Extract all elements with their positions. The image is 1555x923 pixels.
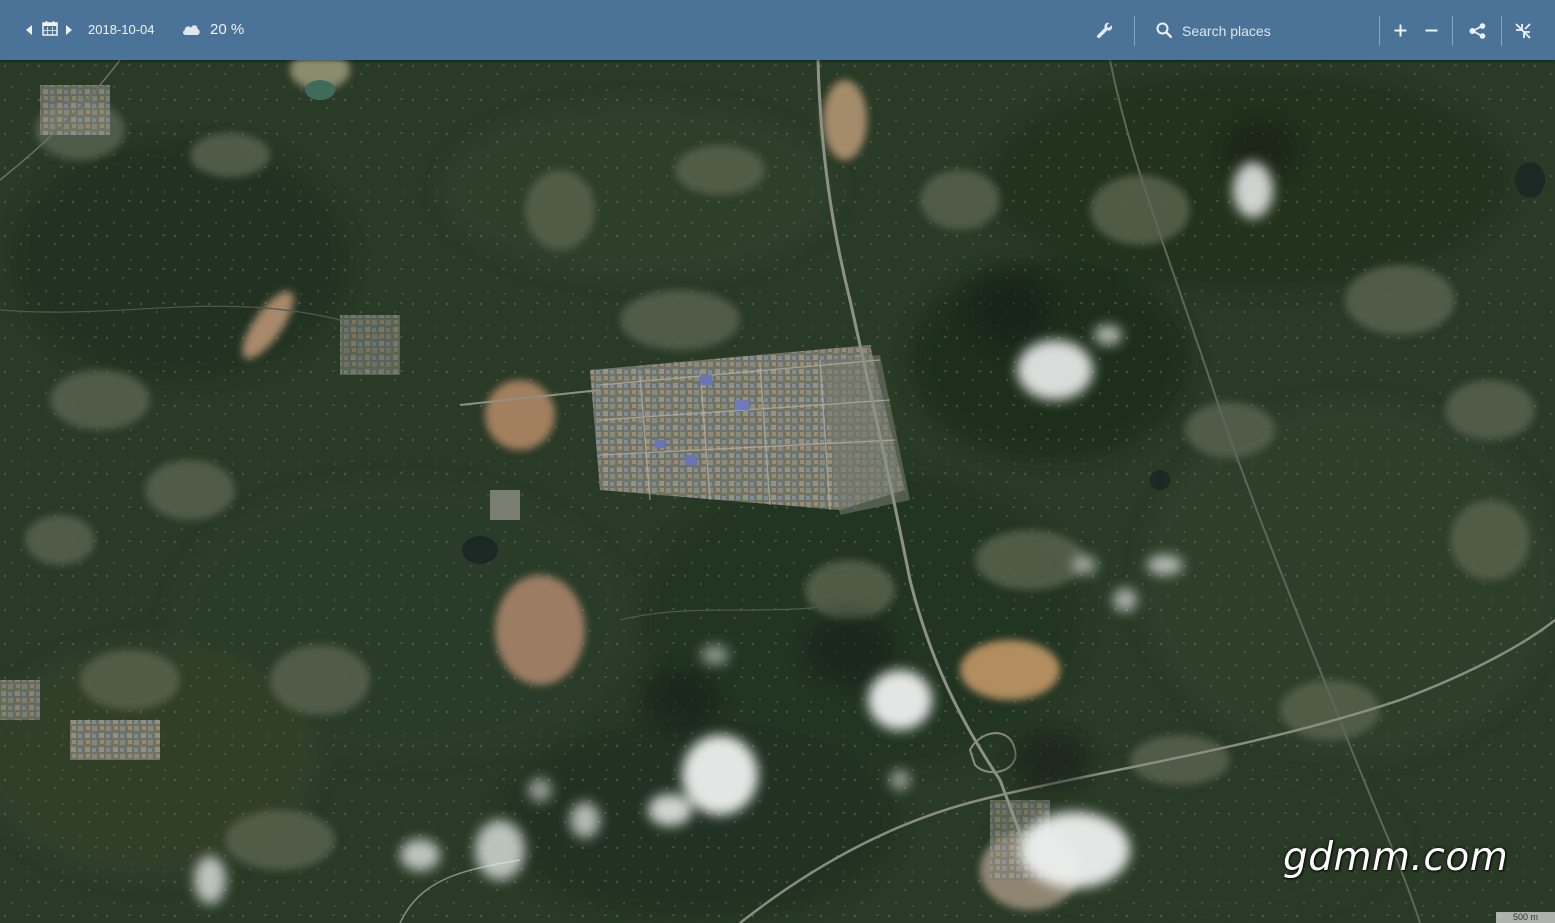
wrench-icon <box>1096 22 1113 39</box>
search-icon-wrap <box>1156 22 1173 43</box>
zoom-in-button[interactable] <box>1393 23 1408 43</box>
satellite-map[interactable] <box>0 60 1555 923</box>
toolbar-divider <box>1452 16 1453 46</box>
map-scale: 500 m <box>1496 912 1555 923</box>
collapse-icon <box>1515 23 1531 39</box>
plus-icon <box>1394 24 1407 37</box>
cloud-coverage-value[interactable]: 20 % <box>210 21 244 38</box>
search-input[interactable] <box>1182 20 1368 42</box>
watermark: gdmm.com <box>1283 835 1509 880</box>
tools-button[interactable] <box>1096 22 1113 44</box>
toolbar-divider <box>1379 16 1380 46</box>
top-toolbar: 2018-10-04 20 % <box>0 0 1555 60</box>
minus-icon <box>1425 29 1438 32</box>
calendar-icon <box>42 21 58 36</box>
next-date-button[interactable] <box>65 23 73 41</box>
date-label[interactable]: 2018-10-04 <box>88 22 155 37</box>
zoom-out-button[interactable] <box>1424 23 1439 43</box>
prev-date-button[interactable] <box>25 23 33 41</box>
cloud-icon <box>182 25 200 35</box>
search-icon <box>1156 22 1173 39</box>
triangle-left-icon <box>26 25 32 35</box>
toolbar-divider <box>1501 16 1502 46</box>
cloud-coverage-button[interactable] <box>181 22 201 41</box>
collapse-toolbar-button[interactable] <box>1514 22 1532 45</box>
calendar-button[interactable] <box>42 20 58 41</box>
share-icon <box>1469 23 1486 39</box>
share-button[interactable] <box>1469 23 1486 44</box>
industrial-zone <box>590 345 910 515</box>
toolbar-divider <box>1134 16 1135 46</box>
triangle-right-icon <box>66 25 72 35</box>
